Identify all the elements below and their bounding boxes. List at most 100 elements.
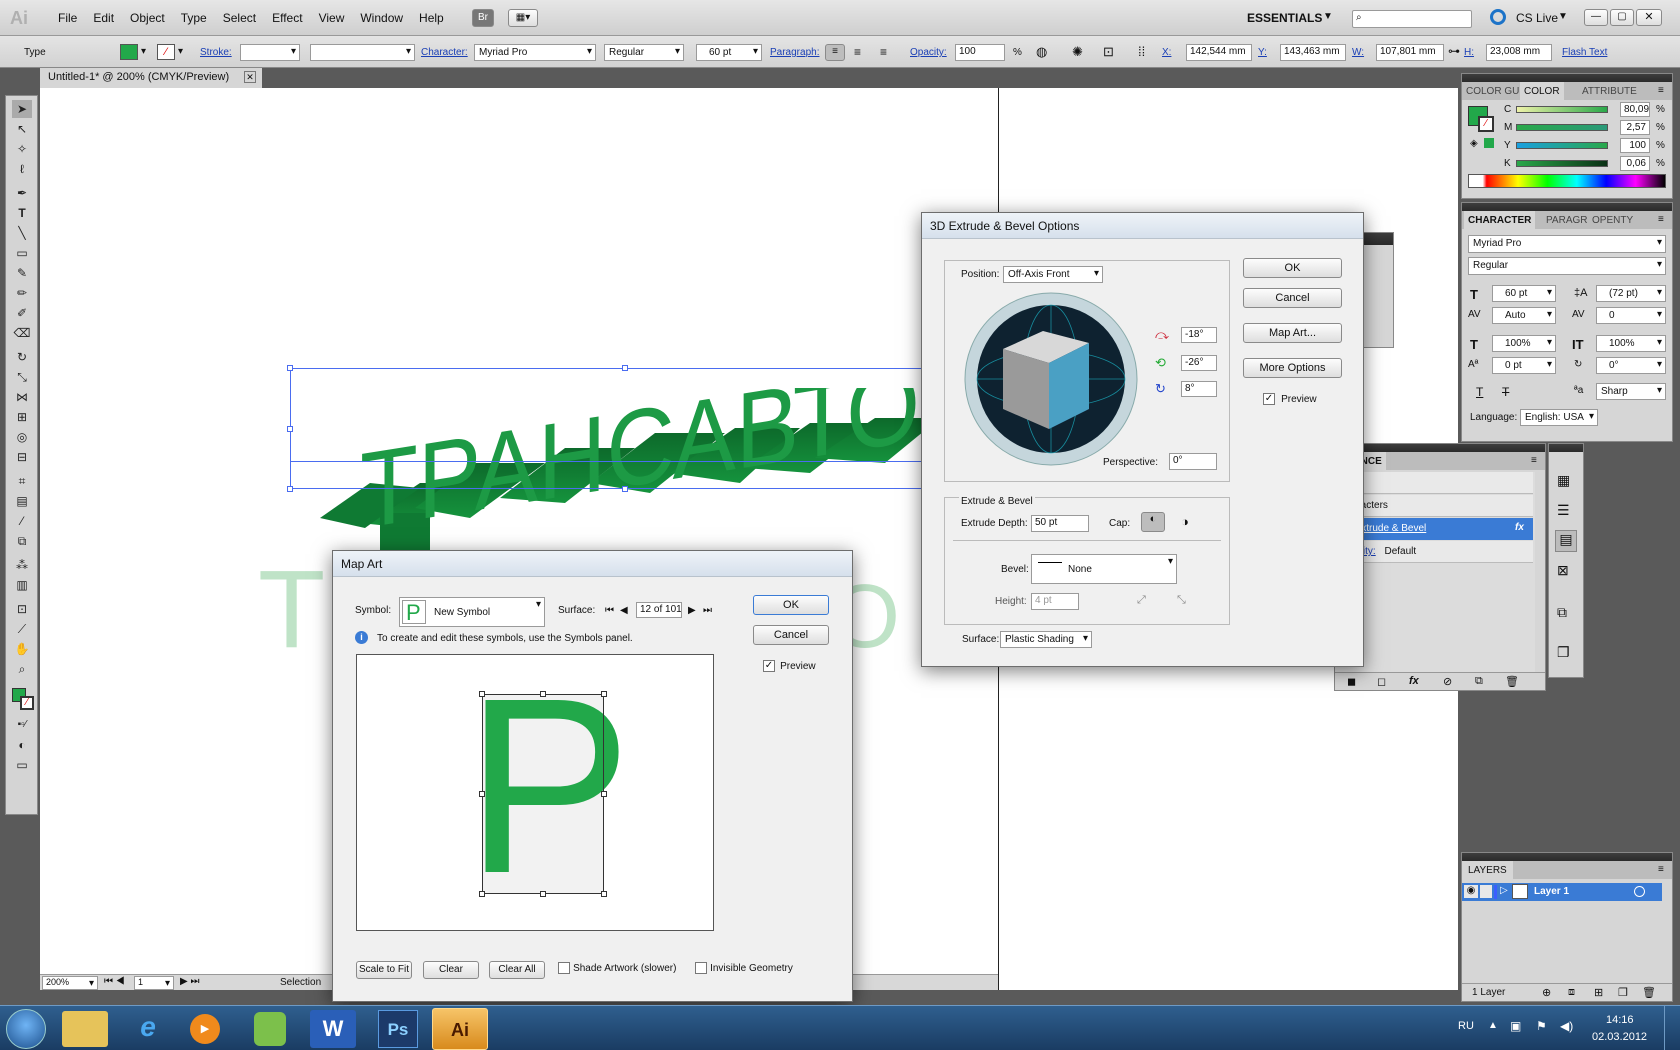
handle-ml[interactable]: [287, 426, 293, 432]
side-strip-collapse-bar[interactable]: [1549, 444, 1583, 452]
align-left-button[interactable]: ≡: [825, 44, 845, 61]
tray-volume-icon[interactable]: ◀): [1560, 1019, 1573, 1033]
appearance-opacity-row[interactable]: Opacity: Default: [1335, 541, 1533, 563]
new-sublayer-icon[interactable]: ⊞: [1594, 986, 1603, 999]
internet-explorer-icon[interactable]: e: [128, 1011, 168, 1047]
blend-tool-icon[interactable]: ⧉: [12, 532, 32, 550]
appearance-panel-collapse-bar[interactable]: [1335, 444, 1545, 452]
symbol-sprayer-tool-icon[interactable]: ⁂: [12, 556, 32, 574]
gradient-icon[interactable]: ▤: [1555, 530, 1577, 552]
char-font-dropdown[interactable]: Myriad Pro: [1468, 235, 1666, 253]
lock-toggle[interactable]: [1480, 885, 1492, 898]
spectrum-bar[interactable]: [1468, 174, 1666, 188]
map-art-button[interactable]: Map Art...: [1243, 323, 1342, 343]
channel-m-field[interactable]: 2,57: [1620, 120, 1650, 135]
perspective-field[interactable]: 0°: [1169, 453, 1217, 470]
workspace-dropdown-icon[interactable]: ▼: [1323, 11, 1333, 22]
h-field[interactable]: 23,008 mm: [1486, 44, 1552, 61]
art-handle-bl[interactable]: [479, 891, 485, 897]
channel-y-slider[interactable]: [1516, 142, 1608, 149]
out-of-gamut-icon[interactable]: ◈: [1470, 138, 1478, 149]
x-field[interactable]: 142,544 mm: [1186, 44, 1252, 61]
visibility-eye-icon[interactable]: ◉: [1464, 885, 1478, 898]
char-leading-field[interactable]: (72 pt): [1596, 285, 1666, 302]
map-art-cancel-button[interactable]: Cancel: [753, 625, 829, 645]
extrude-dialog-title[interactable]: 3D Extrude & Bevel Options: [922, 213, 1363, 239]
shade-artwork-checkbox[interactable]: Shade Artwork (slower): [558, 962, 676, 975]
art-handle-ml[interactable]: [479, 791, 485, 797]
y-label[interactable]: Y:: [1258, 47, 1267, 58]
tab-attributes[interactable]: ATTRIBUTE: [1582, 86, 1637, 97]
document-tab[interactable]: Untitled-1* @ 200% (CMYK/Preview) ✕: [40, 68, 262, 88]
flash-text-link[interactable]: Flash Text: [1562, 47, 1607, 58]
add-stroke-icon[interactable]: ◼: [1347, 675, 1356, 688]
handle-tm[interactable]: [622, 365, 628, 371]
art-handle-tl[interactable]: [479, 691, 485, 697]
opacity-label[interactable]: Opacity:: [910, 47, 947, 58]
mesh-tool-icon[interactable]: ⌗: [12, 472, 32, 490]
bevel-dropdown[interactable]: None: [1031, 554, 1177, 584]
target-circle-icon[interactable]: [1634, 886, 1645, 897]
surface-dropdown[interactable]: Plastic Shading: [1000, 631, 1092, 648]
menu-effect[interactable]: Effect: [264, 11, 310, 25]
rotate-tool-icon[interactable]: ↻: [12, 348, 32, 366]
strikethrough-icon[interactable]: T: [1502, 385, 1509, 399]
selection-tool-icon[interactable]: ➤: [12, 100, 32, 118]
map-art-ok-button[interactable]: OK: [753, 595, 829, 615]
cap-on-button[interactable]: ◐: [1141, 512, 1165, 532]
transparency-icon[interactable]: ⊠: [1557, 562, 1569, 579]
fill-dropdown-icon[interactable]: ▾: [141, 46, 146, 57]
menu-object[interactable]: Object: [122, 11, 173, 25]
stroke-weight-field[interactable]: [240, 44, 300, 61]
tab-color-guide[interactable]: COLOR GU: [1466, 86, 1519, 97]
tab-color[interactable]: COLOR: [1520, 82, 1564, 100]
char-rotation-field[interactable]: 0°: [1596, 357, 1666, 374]
extrude-depth-field[interactable]: 50 pt: [1031, 515, 1089, 532]
surface-last-icon[interactable]: ⏭: [703, 605, 712, 616]
menu-type[interactable]: Type: [173, 11, 215, 25]
handle-bm[interactable]: [622, 486, 628, 492]
char-hscale-field[interactable]: 100%: [1596, 335, 1666, 352]
surface-index-field[interactable]: 12 of 101: [636, 602, 682, 618]
pencil-tool-icon[interactable]: ✏: [12, 284, 32, 302]
rotate-x-field[interactable]: -18°: [1181, 327, 1217, 343]
map-art-canvas[interactable]: P: [356, 654, 714, 931]
art-handle-mr[interactable]: [601, 791, 607, 797]
artboard-tool-icon[interactable]: ⊡: [12, 600, 32, 618]
clipping-mask-icon[interactable]: ⧈: [1568, 986, 1575, 999]
handle-tl[interactable]: [287, 365, 293, 371]
underline-icon[interactable]: T: [1476, 385, 1483, 399]
tray-expand-icon[interactable]: ▲: [1488, 1020, 1498, 1031]
height-field[interactable]: 4 pt: [1031, 593, 1079, 610]
char-size-field[interactable]: 60 pt: [1492, 285, 1556, 302]
line-tool-icon[interactable]: ╲: [12, 224, 32, 242]
panel-menu-icon[interactable]: ≡: [1658, 864, 1664, 875]
new-layer-icon[interactable]: ❐: [1618, 986, 1628, 999]
rotate-z-field[interactable]: 8°: [1181, 381, 1217, 397]
swatches-icon[interactable]: ▦: [1557, 472, 1570, 489]
cap-off-icon[interactable]: ◑: [1181, 514, 1189, 529]
eyedropper-tool-icon[interactable]: ⁄: [12, 512, 32, 530]
graph-tool-icon[interactable]: ▥: [12, 576, 32, 594]
char-kerning-field[interactable]: Auto: [1492, 307, 1556, 324]
more-options-button[interactable]: More Options: [1243, 358, 1342, 378]
stroke-dropdown-icon[interactable]: ▾: [178, 46, 183, 57]
word-icon[interactable]: W: [310, 1010, 356, 1048]
y-field[interactable]: 143,463 mm: [1280, 44, 1346, 61]
clear-all-button[interactable]: Clear All: [489, 961, 545, 979]
expand-triangle-icon[interactable]: ▷: [1500, 885, 1508, 896]
extrude-preview-check-icon[interactable]: ✓: [1263, 393, 1275, 406]
art-handle-tr[interactable]: [601, 691, 607, 697]
h-label[interactable]: H:: [1464, 47, 1474, 58]
cs-live-button[interactable]: CS Live: [1516, 11, 1558, 25]
menu-file[interactable]: File: [50, 11, 85, 25]
perspective-grid-tool-icon[interactable]: ⊟: [12, 448, 32, 466]
char-vscale-field[interactable]: 100%: [1492, 335, 1556, 352]
fx-icon[interactable]: fx: [1515, 522, 1524, 533]
paintbrush-tool-icon[interactable]: ✎: [12, 264, 32, 282]
character-panel-collapse-bar[interactable]: [1462, 203, 1672, 211]
shape-builder-tool-icon[interactable]: ◎: [12, 428, 32, 446]
drawing-mode-icon[interactable]: ◐: [12, 736, 32, 754]
w-field[interactable]: 107,801 mm: [1376, 44, 1444, 61]
symbol-dropdown[interactable]: P New Symbol: [399, 597, 545, 627]
